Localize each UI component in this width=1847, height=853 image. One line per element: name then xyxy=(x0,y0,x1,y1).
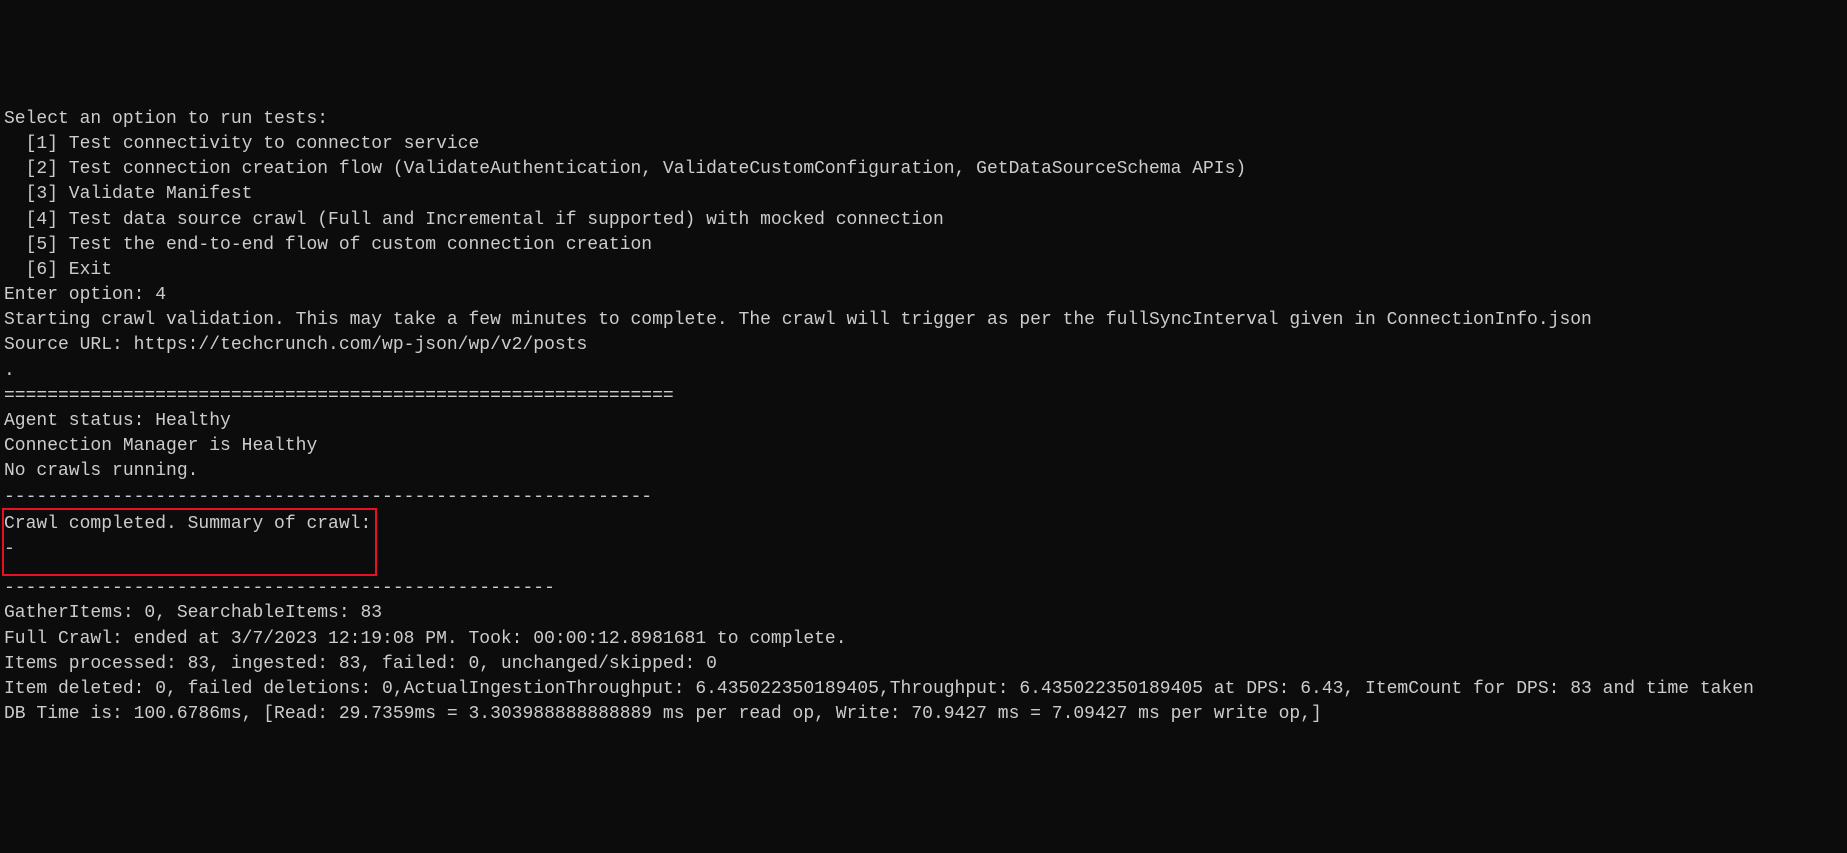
connection-manager-status: Connection Manager is Healthy xyxy=(4,434,1843,459)
prompt-header: Select an option to run tests: xyxy=(4,107,1843,132)
db-time-stats: DB Time is: 100.6786ms, [Read: 29.7359ms… xyxy=(4,702,1843,727)
option-3: [3] Validate Manifest xyxy=(4,182,1843,207)
separator-dash-2: ----------------------------------------… xyxy=(4,576,1843,601)
starting-message: Starting crawl validation. This may take… xyxy=(4,308,1843,333)
option-6: [6] Exit xyxy=(4,258,1843,283)
enter-option-prompt[interactable]: Enter option: 4 xyxy=(4,283,1843,308)
progress-dot: . xyxy=(4,359,1843,384)
separator-dash: ----------------------------------------… xyxy=(4,485,1843,510)
dash-under: - xyxy=(4,539,15,559)
items-processed-stats: Items processed: 83, ingested: 83, faile… xyxy=(4,652,1843,677)
highlighted-crawl-summary: Crawl completed. Summary of crawl:- xyxy=(2,508,377,576)
option-4: [4] Test data source crawl (Full and Inc… xyxy=(4,208,1843,233)
option-5: [5] Test the end-to-end flow of custom c… xyxy=(4,233,1843,258)
terminal-window[interactable]: Select an option to run tests: [1] Test … xyxy=(4,107,1843,728)
no-crawls-status: No crawls running. xyxy=(4,459,1843,484)
option-2: [2] Test connection creation flow (Valid… xyxy=(4,157,1843,182)
full-crawl-stats: Full Crawl: ended at 3/7/2023 12:19:08 P… xyxy=(4,627,1843,652)
crawl-completed-message: Crawl completed. Summary of crawl: xyxy=(4,512,371,537)
item-deleted-stats: Item deleted: 0, failed deletions: 0,Act… xyxy=(4,677,1843,702)
agent-status: Agent status: Healthy xyxy=(4,409,1843,434)
option-1: [1] Test connectivity to connector servi… xyxy=(4,132,1843,157)
separator-equals: ========================================… xyxy=(4,384,1843,409)
gather-items-stats: GatherItems: 0, SearchableItems: 83 xyxy=(4,601,1843,626)
source-url: Source URL: https://techcrunch.com/wp-js… xyxy=(4,333,1843,358)
